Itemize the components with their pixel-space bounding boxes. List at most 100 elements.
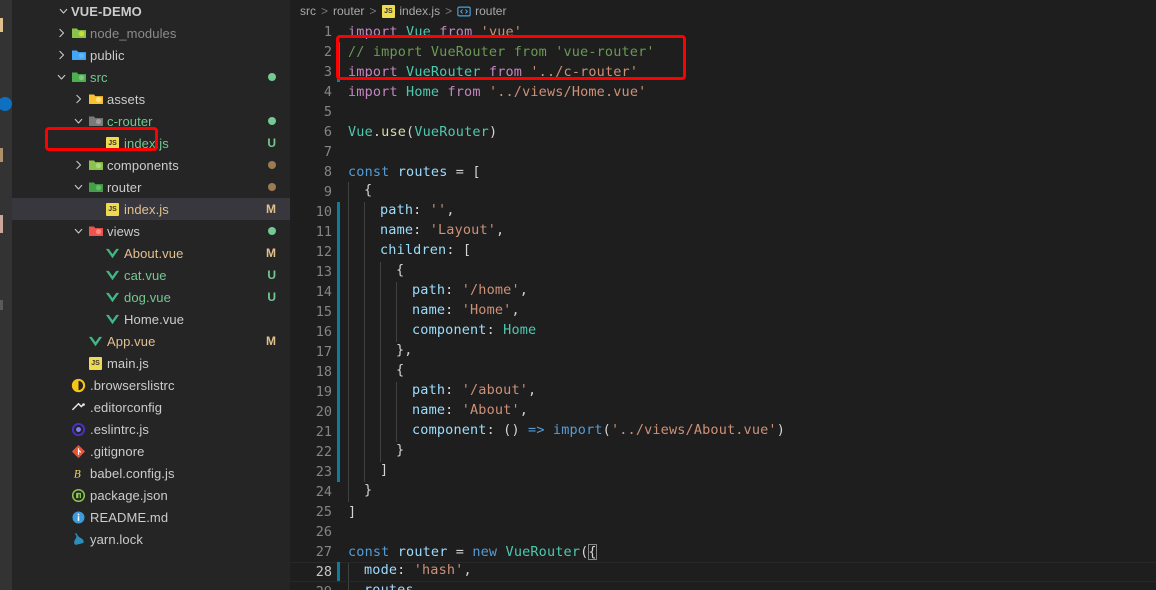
code-text[interactable]: import Home from '../views/Home.vue' xyxy=(348,84,646,100)
code-text[interactable]: const routes = [ xyxy=(348,164,481,180)
settings-icon[interactable] xyxy=(0,300,3,310)
explorer-sidebar[interactable]: VUE-DEMO node_modules public src assets c-rou… xyxy=(12,0,290,590)
code-line[interactable]: 22} xyxy=(290,442,1156,462)
code-line[interactable]: 11 name: 'Layout', xyxy=(290,222,1156,242)
code-text[interactable]: mode: 'hash', xyxy=(348,562,472,582)
code-text[interactable]: name: 'About', xyxy=(348,402,528,422)
code-line[interactable]: 4 import Home from '../views/Home.vue' xyxy=(290,82,1156,102)
code-text[interactable]: path: '', xyxy=(348,202,455,222)
code-text[interactable]: const router = new VueRouter({ xyxy=(348,544,597,560)
breadcrumb-item[interactable]: JS index.js xyxy=(381,4,440,18)
chevron-right-icon[interactable] xyxy=(55,22,68,44)
code-line[interactable]: 21 component: () => import('../views/Abou… xyxy=(290,422,1156,442)
code-text[interactable]: path: '/home', xyxy=(348,282,528,302)
tree-folder-c-router[interactable]: c-router xyxy=(12,110,290,132)
code-text[interactable]: Vue.use(VueRouter) xyxy=(348,124,497,140)
tree-file-readme-md[interactable]: README.md xyxy=(12,506,290,528)
breadcrumb-item[interactable]: router xyxy=(457,4,506,18)
code-line[interactable]: 18 { xyxy=(290,362,1156,382)
tree-file-babel-config-js[interactable]: Bbabel.config.js xyxy=(12,462,290,484)
file-tree[interactable]: VUE-DEMO node_modules public src assets c-rou… xyxy=(12,0,290,550)
code-text[interactable]: { xyxy=(348,262,404,282)
code-text[interactable]: // import VueRouter from 'vue-router' xyxy=(348,44,655,60)
code-text[interactable]: ] xyxy=(348,504,356,520)
code-line[interactable]: 7 xyxy=(290,142,1156,162)
code-line[interactable]: 24} xyxy=(290,482,1156,502)
code-line[interactable]: 3 import VueRouter from '../c-router' xyxy=(290,62,1156,82)
tree-file--editorconfig[interactable]: .editorconfig xyxy=(12,396,290,418)
code-text[interactable]: component: () => import('../views/About.… xyxy=(348,422,785,442)
code-line[interactable]: 6 Vue.use(VueRouter) xyxy=(290,122,1156,142)
activity-bar[interactable] xyxy=(0,0,12,590)
tree-file--eslintrc-js[interactable]: .eslintrc.js xyxy=(12,418,290,440)
tree-folder-node-modules[interactable]: node_modules xyxy=(12,22,290,44)
code-line[interactable]: 15 name: 'Home', xyxy=(290,302,1156,322)
chevron-right-icon[interactable] xyxy=(72,88,85,110)
tree-file-home-vue[interactable]: Home.vue xyxy=(12,308,290,330)
tree-file--gitignore[interactable]: .gitignore xyxy=(12,440,290,462)
chevron-down-icon[interactable] xyxy=(55,66,68,88)
code-line[interactable]: 20 name: 'About', xyxy=(290,402,1156,422)
code-line[interactable]: 26 xyxy=(290,522,1156,542)
code-line[interactable]: 16 component: Home xyxy=(290,322,1156,342)
chevron-down-icon[interactable] xyxy=(57,0,70,22)
code-text[interactable]: name: 'Layout', xyxy=(348,222,504,242)
code-text[interactable]: children: [ xyxy=(348,242,471,262)
code-line[interactable]: 8 const routes = [ xyxy=(290,162,1156,182)
code-line[interactable]: 14 path: '/home', xyxy=(290,282,1156,302)
chevron-down-icon[interactable] xyxy=(72,220,85,242)
tree-folder-components[interactable]: components xyxy=(12,154,290,176)
explorer-icon[interactable] xyxy=(0,18,3,32)
breadcrumb[interactable]: src > router > JS index.js > router xyxy=(290,0,1156,22)
code-text[interactable]: { xyxy=(348,362,404,382)
tree-file-dog-vue[interactable]: dog.vue U xyxy=(12,286,290,308)
code-text[interactable]: component: Home xyxy=(348,322,536,342)
code-text[interactable]: import Vue from 'vue' xyxy=(348,24,522,40)
tree-folder-assets[interactable]: assets xyxy=(12,88,290,110)
code-line[interactable]: 23] xyxy=(290,462,1156,482)
extensions-icon[interactable] xyxy=(0,215,3,233)
code-line[interactable]: 9{ xyxy=(290,182,1156,202)
code-text[interactable]: name: 'Home', xyxy=(348,302,520,322)
code-line[interactable]: 13 { xyxy=(290,262,1156,282)
code-text[interactable]: ] xyxy=(348,462,388,482)
code-text[interactable]: { xyxy=(348,182,372,202)
tree-file-yarn-lock[interactable]: yarn.lock xyxy=(12,528,290,550)
code-text[interactable]: routes xyxy=(348,582,414,590)
explorer-root-row[interactable]: VUE-DEMO xyxy=(12,0,290,22)
breadcrumb-item[interactable]: router xyxy=(333,4,364,18)
code-line[interactable]: 12 children: [ xyxy=(290,242,1156,262)
code-text[interactable]: } xyxy=(348,442,404,462)
tree-file-app-vue[interactable]: App.vue M xyxy=(12,330,290,352)
code-line[interactable]: 19 path: '/about', xyxy=(290,382,1156,402)
code-text[interactable]: }, xyxy=(348,342,413,362)
tree-folder-src[interactable]: src xyxy=(12,66,290,88)
code-line[interactable]: 5 xyxy=(290,102,1156,122)
tree-folder-public[interactable]: public xyxy=(12,44,290,66)
code-line[interactable]: 10 path: '', xyxy=(290,202,1156,222)
code-line[interactable]: 1 import Vue from 'vue' xyxy=(290,22,1156,42)
code-line[interactable]: 29 routes xyxy=(290,582,1156,590)
tree-file-index-js[interactable]: JS index.js M xyxy=(12,198,290,220)
code-line[interactable]: 17}, xyxy=(290,342,1156,362)
code-line[interactable]: 27 const router = new VueRouter({ xyxy=(290,542,1156,562)
code-text[interactable]: } xyxy=(348,482,372,502)
code-content[interactable]: 1 import Vue from 'vue' 2 // import VueRout… xyxy=(290,22,1156,590)
code-line[interactable]: 25] xyxy=(290,502,1156,522)
tree-file-package-json[interactable]: package.json xyxy=(12,484,290,506)
tree-file-main-js[interactable]: JS main.js xyxy=(12,352,290,374)
tree-file-about-vue[interactable]: About.vue M xyxy=(12,242,290,264)
breadcrumb-item[interactable]: src xyxy=(300,4,316,18)
code-line[interactable]: 28 mode: 'hash', xyxy=(290,562,1156,582)
tree-folder-views[interactable]: views xyxy=(12,220,290,242)
tree-file--browserslistrc[interactable]: .browserslistrc xyxy=(12,374,290,396)
code-text[interactable]: path: '/about', xyxy=(348,382,536,402)
tree-folder-router[interactable]: router xyxy=(12,176,290,198)
code-line[interactable]: 2 // import VueRouter from 'vue-router' xyxy=(290,42,1156,62)
chevron-down-icon[interactable] xyxy=(72,110,85,132)
debug-icon[interactable] xyxy=(0,148,3,162)
chevron-down-icon[interactable] xyxy=(72,176,85,198)
code-text[interactable]: import VueRouter from '../c-router' xyxy=(348,64,638,80)
chevron-right-icon[interactable] xyxy=(55,44,68,66)
chevron-right-icon[interactable] xyxy=(72,154,85,176)
